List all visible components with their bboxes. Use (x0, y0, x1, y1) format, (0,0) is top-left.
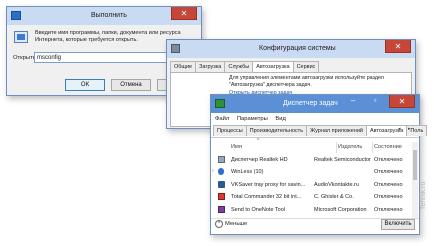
taskmgr-tab-performance[interactable]: Производительность (245, 125, 308, 136)
run-open-value: msconfig (37, 55, 62, 61)
msconfig-app-icon (171, 44, 180, 53)
taskmgr-scrollbar[interactable] (412, 142, 418, 218)
watermark: Tehnik.ru (420, 181, 427, 210)
row-publisher: Microsoft Corporation (314, 207, 367, 213)
row-state: Отключено (374, 207, 403, 213)
floppy-icon (218, 193, 225, 200)
menu-file[interactable]: Файл (215, 116, 229, 122)
less-details-link[interactable]: Меньше (225, 221, 247, 227)
row-name: Диспетчер Realtek HD (231, 157, 288, 163)
taskmgr-menubar: Файл Параметры Вид (215, 116, 286, 122)
row-state: Отключено (374, 182, 403, 188)
taskmgr-app-icon (215, 99, 225, 108)
taskmgr-close-button[interactable]: ✕ (389, 95, 415, 108)
run-app-icon (11, 11, 21, 20)
table-row[interactable]: Send to OneNote Tool Microsoft Corporati… (211, 204, 411, 216)
row-publisher: C. Ghisler & Co. (314, 194, 354, 200)
taskmgr-minimize-button[interactable]: – (343, 96, 363, 108)
run-title: Выполнить (91, 12, 127, 19)
taskmgr-tab-processes[interactable]: Процессы (213, 125, 247, 136)
enable-button[interactable]: Включить (381, 219, 415, 230)
tabs-scroll-left-icon[interactable]: ◂ (398, 126, 401, 132)
msconfig-tab-startup[interactable]: Автозагрузка (252, 61, 294, 72)
table-row[interactable]: › WinLess (10) Отключено (211, 166, 411, 178)
run-titlebar: Выполнить ✕ (7, 7, 201, 25)
row-name: Send to OneNote Tool (231, 207, 286, 213)
table-row[interactable]: VKSaver tray proxy for savin... AudioVko… (211, 179, 411, 191)
row-publisher: Realtek Semiconductor (314, 157, 371, 163)
table-row[interactable]: Total Commander 32 bit int... C. Ghisler… (211, 191, 411, 203)
msconfig-title: Конфигурация системы (259, 45, 336, 52)
msconfig-tabs: Общие Загрузка Службы Автозагрузка Серви… (170, 61, 320, 72)
table-row[interactable]: Диспетчер Realtek HD Realtek Semiconduct… (211, 154, 411, 166)
taskmgr-table: Диспетчер Realtek HD Realtek Semiconduct… (211, 154, 411, 218)
taskmgr-title: Диспетчер задач (283, 100, 338, 107)
row-name: VKSaver tray proxy for savin... (231, 182, 306, 188)
collapse-chevron-icon[interactable]: ^ (215, 220, 223, 228)
run-cancel-button[interactable]: Отмена (111, 79, 151, 91)
run-ok-button[interactable]: ОК (65, 79, 105, 91)
taskmgr-tab-app-history[interactable]: Журнал приложений (306, 125, 367, 136)
msconfig-titlebar: Конфигурация системы ✕ (167, 40, 415, 58)
column-name[interactable]: Имя (231, 144, 242, 150)
msconfig-tab-tools[interactable]: Сервис (292, 61, 320, 72)
column-state[interactable]: Состояние (374, 144, 402, 150)
music-icon (218, 181, 225, 188)
onenote-icon (218, 206, 225, 213)
speaker-icon (218, 156, 225, 163)
menu-view[interactable]: Вид (275, 116, 286, 122)
run-program-icon (14, 31, 28, 43)
taskmgr-table-header: Имя Издатель Состояние (211, 142, 411, 153)
msconfig-tab-services[interactable]: Службы (224, 61, 254, 72)
row-state: Отключено (374, 169, 403, 175)
row-name: Total Commander 32 bit int... (231, 194, 302, 200)
menu-options[interactable]: Параметры (237, 116, 268, 122)
app-icon (218, 168, 224, 175)
row-publisher: AudioVkontakte.ru (314, 182, 359, 188)
scrollbar-thumb[interactable] (413, 150, 417, 180)
taskmgr-tab-startup[interactable]: Автозагрузка (365, 125, 408, 136)
row-state: Отключено (374, 157, 403, 163)
msconfig-tab-general[interactable]: Общие (170, 61, 197, 72)
run-close-button[interactable]: ✕ (171, 7, 197, 20)
taskmgr-titlebar: Диспетчер задач – ▫ ✕ (211, 95, 419, 113)
expand-chevron-icon[interactable]: › (212, 168, 214, 174)
taskmgr-maximize-button[interactable]: ▫ (365, 96, 385, 108)
msconfig-info-text: Для управления элементами автозагрузки и… (229, 75, 384, 88)
row-state: Отключено (374, 194, 403, 200)
msconfig-close-button[interactable]: ✕ (385, 40, 411, 53)
row-name: WinLess (10) (231, 169, 264, 175)
run-open-input[interactable]: msconfig (34, 52, 186, 63)
task-manager-window: Диспетчер задач – ▫ ✕ Файл Параметры Вид… (210, 94, 428, 235)
tabs-scroll-right-icon[interactable]: ▸ (408, 126, 411, 132)
column-publisher[interactable]: Издатель (338, 144, 362, 150)
msconfig-tab-boot[interactable]: Загрузка (195, 61, 226, 72)
taskmgr-tabs: Процессы Производительность Журнал прило… (213, 125, 428, 136)
